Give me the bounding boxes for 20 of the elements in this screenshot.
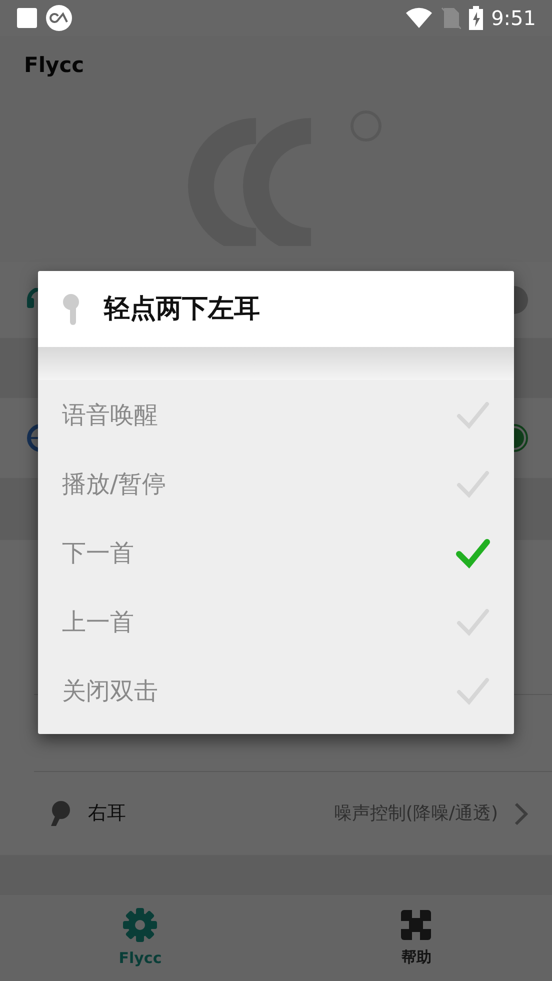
option-item[interactable]: 上一首 <box>38 587 514 656</box>
gear-icon <box>122 906 158 943</box>
right-ear-label: 右耳 <box>88 801 127 826</box>
nav-tab[interactable]: Flycc <box>0 895 280 981</box>
app-notification-icon <box>46 5 72 31</box>
clock-time: 9:51 <box>491 5 536 32</box>
no-sim-icon <box>441 7 462 29</box>
option-item[interactable]: 语音唤醒 <box>38 380 514 449</box>
nav-tab[interactable]: 帮助 <box>280 895 552 981</box>
earbud-icon <box>62 293 80 325</box>
battery-charging-icon <box>469 6 484 30</box>
option-item[interactable]: 关闭双击 <box>38 656 514 725</box>
app-title: Flycc <box>24 52 84 80</box>
earbud-icon <box>48 800 72 828</box>
dialog-title: 轻点两下左耳 <box>104 292 260 326</box>
notification-square-icon <box>16 7 38 29</box>
chevron-right-icon[interactable] <box>514 802 528 826</box>
option-item[interactable]: 播放/暂停 <box>38 449 514 518</box>
wifi-icon <box>405 7 434 29</box>
option-item[interactable]: 下一首 <box>38 518 514 587</box>
